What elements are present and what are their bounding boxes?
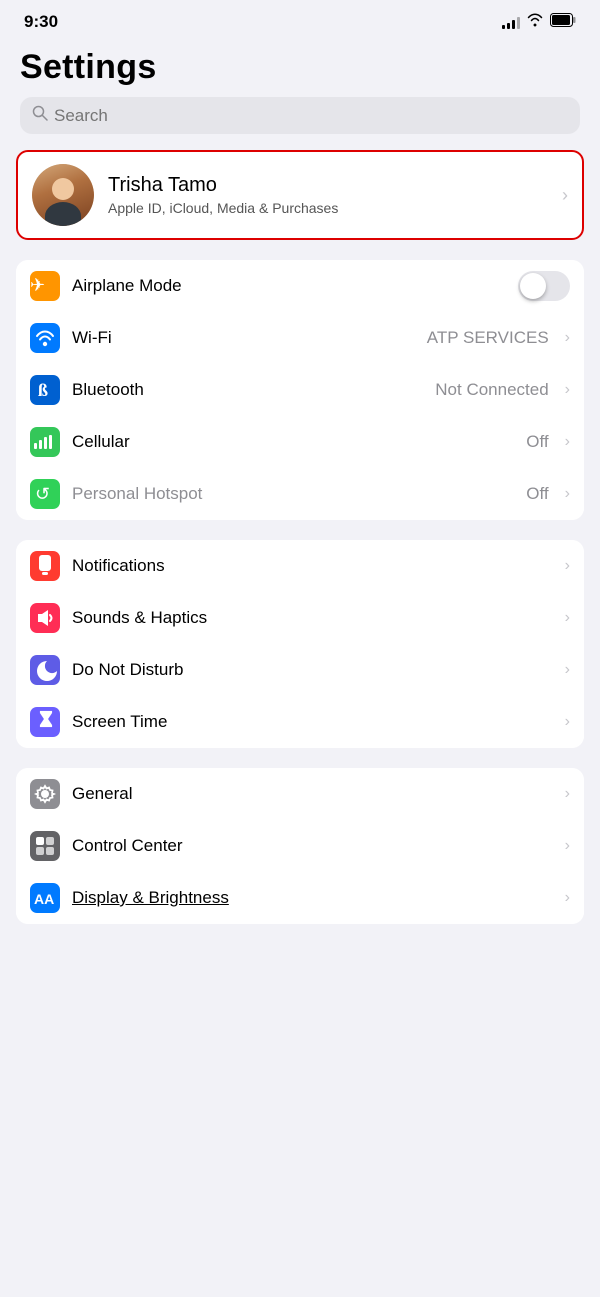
chevron-general: ›: [565, 785, 570, 803]
icon-wifi: [30, 323, 60, 353]
icon-display: AA: [30, 883, 60, 913]
search-input[interactable]: [54, 106, 568, 126]
value-cellular: Off: [526, 432, 548, 452]
icon-bluetooth: ß: [30, 375, 60, 405]
icon-airplane-mode: ✈: [30, 271, 60, 301]
label-bluetooth: Bluetooth: [72, 380, 423, 400]
svg-text:ß: ß: [38, 380, 48, 400]
icon-dnd: [30, 655, 60, 685]
profile-card[interactable]: Trisha Tamo Apple ID, iCloud, Media & Pu…: [16, 150, 584, 240]
chevron-notifications: ›: [565, 557, 570, 575]
profile-name: Trisha Tamo: [108, 174, 548, 197]
toggle-airplane-mode[interactable]: [518, 271, 570, 301]
icon-screentime: [30, 707, 60, 737]
icon-sounds: [30, 603, 60, 633]
status-icons: [502, 13, 576, 32]
value-bluetooth: Not Connected: [435, 380, 548, 400]
value-hotspot: Off: [526, 484, 548, 504]
signal-icon: [502, 15, 520, 29]
settings-row-notifications[interactable]: Notifications ›: [16, 540, 584, 592]
label-display: Display & Brightness: [72, 888, 553, 908]
settings-row-dnd[interactable]: Do Not Disturb ›: [16, 644, 584, 696]
label-general: General: [72, 784, 553, 804]
chevron-screentime: ›: [565, 713, 570, 731]
battery-icon: [550, 13, 576, 32]
search-bar[interactable]: [20, 97, 580, 134]
settings-row-screentime[interactable]: Screen Time ›: [16, 696, 584, 748]
icon-general: [30, 779, 60, 809]
value-wifi: ATP SERVICES: [427, 328, 549, 348]
wifi-icon: [526, 13, 544, 32]
label-hotspot: Personal Hotspot: [72, 484, 514, 504]
page-title: Settings: [0, 40, 600, 97]
svg-text:↺: ↺: [35, 484, 50, 504]
svg-text:✈: ✈: [30, 275, 45, 295]
profile-chevron: ›: [562, 185, 568, 206]
status-bar: 9:30: [0, 0, 600, 40]
icon-cellular: [30, 427, 60, 457]
icon-hotspot: ↺: [30, 479, 60, 509]
search-icon: [32, 105, 48, 126]
settings-row-sounds[interactable]: Sounds & Haptics ›: [16, 592, 584, 644]
label-control-center: Control Center: [72, 836, 553, 856]
icon-notifications: [30, 551, 60, 581]
label-dnd: Do Not Disturb: [72, 660, 553, 680]
profile-subtitle: Apple ID, iCloud, Media & Purchases: [108, 200, 548, 216]
label-sounds: Sounds & Haptics: [72, 608, 553, 628]
avatar: [32, 164, 94, 226]
label-wifi: Wi-Fi: [72, 328, 415, 348]
settings-row-control-center[interactable]: Control Center ›: [16, 820, 584, 872]
svg-text:AA: AA: [34, 891, 54, 907]
settings-group-connectivity: ✈ Airplane Mode Wi-Fi ATP SERVICES › ß Blueto…: [16, 260, 584, 520]
chevron-dnd: ›: [565, 661, 570, 679]
chevron-hotspot: ›: [565, 485, 570, 503]
settings-group-notifications: Notifications›Sounds & Haptics›Do Not Di…: [16, 540, 584, 748]
status-time: 9:30: [24, 12, 58, 32]
settings-row-bluetooth[interactable]: ß Bluetooth Not Connected ›: [16, 364, 584, 416]
settings-group-general: General › Control Center › AA Display & Brigh…: [16, 768, 584, 924]
label-screentime: Screen Time: [72, 712, 553, 732]
settings-row-cellular[interactable]: Cellular Off ›: [16, 416, 584, 468]
settings-row-wifi[interactable]: Wi-Fi ATP SERVICES ›: [16, 312, 584, 364]
label-notifications: Notifications: [72, 556, 553, 576]
profile-info: Trisha Tamo Apple ID, iCloud, Media & Pu…: [108, 174, 548, 216]
label-airplane-mode: Airplane Mode: [72, 276, 506, 296]
chevron-sounds: ›: [565, 609, 570, 627]
chevron-wifi: ›: [565, 329, 570, 347]
settings-row-airplane-mode[interactable]: ✈ Airplane Mode: [16, 260, 584, 312]
settings-row-display[interactable]: AA Display & Brightness ›: [16, 872, 584, 924]
chevron-control-center: ›: [565, 837, 570, 855]
icon-control-center: [30, 831, 60, 861]
chevron-cellular: ›: [565, 433, 570, 451]
label-cellular: Cellular: [72, 432, 514, 452]
settings-row-general[interactable]: General ›: [16, 768, 584, 820]
settings-row-hotspot[interactable]: ↺ Personal Hotspot Off ›: [16, 468, 584, 520]
chevron-display: ›: [565, 889, 570, 907]
chevron-bluetooth: ›: [565, 381, 570, 399]
